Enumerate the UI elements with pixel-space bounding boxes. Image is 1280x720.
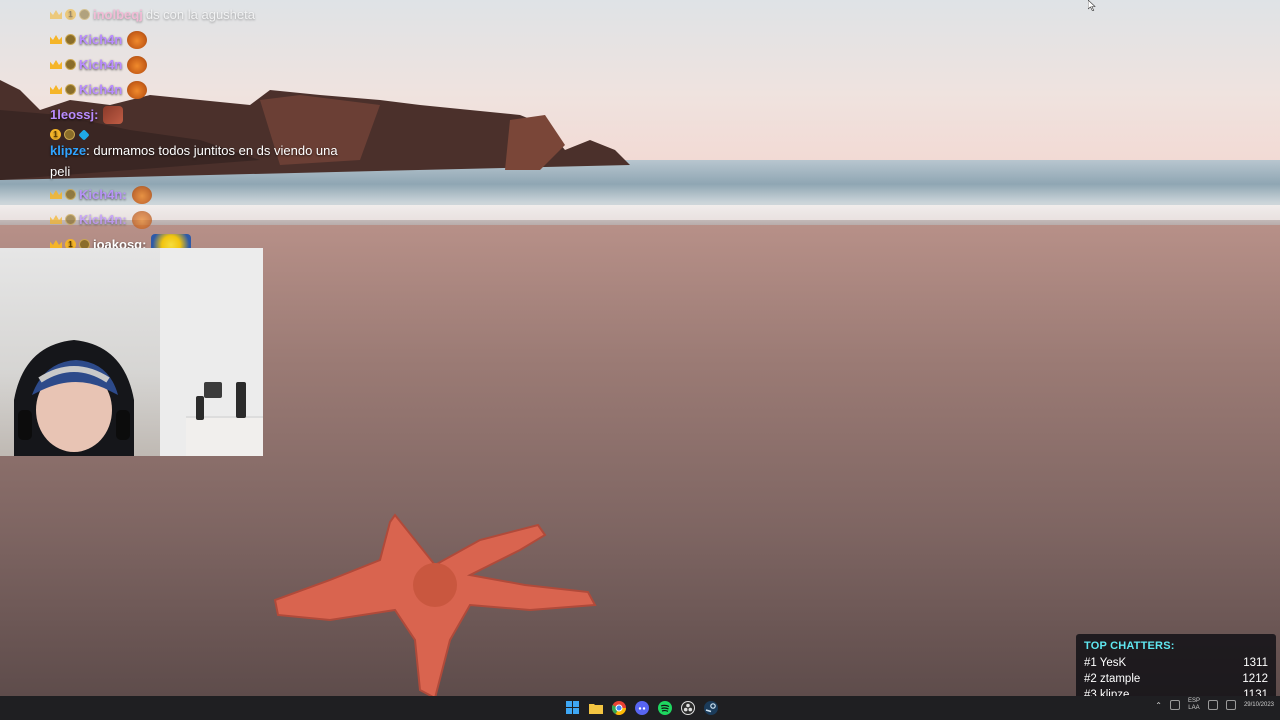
chat-text: : durmamos todos juntitos en ds viendo u… — [50, 143, 338, 179]
coin-badge-icon — [65, 84, 76, 95]
chat-message: 1 inolbeqj ds con la agusheta — [50, 2, 340, 27]
chat-username: Kich4n: — [79, 212, 127, 227]
microphone-icon[interactable] — [1169, 700, 1180, 710]
top-chatter-count: 1311 — [1243, 657, 1268, 669]
coin-badge-icon — [65, 34, 76, 45]
stream-chat-overlay: 1 inolbeqj ds con la agusheta Kich4n Kic… — [50, 2, 340, 257]
webcam-background-shelf — [186, 416, 263, 456]
chat-username: Kich4n — [79, 82, 123, 97]
gem-badge-icon — [78, 128, 90, 141]
chat-username: 1leossj: — [50, 107, 99, 122]
chat-username: Kich4n — [79, 32, 123, 47]
top-chatter-rank: #1 — [1084, 657, 1097, 669]
coin-badge-icon — [65, 189, 76, 200]
mouse-cursor-icon — [1088, 0, 1096, 11]
top-chatter-count: 1212 — [1242, 673, 1268, 685]
crown-badge-icon — [50, 60, 62, 69]
chat-username: Kich4n — [79, 57, 123, 72]
chat-message: 1leossj: — [50, 102, 340, 127]
coin-badge-icon — [65, 214, 76, 225]
fox-emote-icon — [127, 55, 148, 74]
fox-emote-icon — [127, 80, 148, 99]
sub-badge-icon: 1 — [50, 129, 61, 140]
top-chatter-rank: #2 — [1084, 673, 1097, 685]
crown-badge-icon — [50, 10, 62, 19]
file-explorer-icon[interactable] — [587, 699, 604, 716]
fox-emote-icon — [127, 30, 148, 49]
top-chatter-name: ztample — [1100, 673, 1141, 685]
top-chatters-title: TOP CHATTERS: — [1084, 640, 1175, 652]
chat-message: Kich4n — [50, 27, 340, 52]
chat-username: Kich4n: — [79, 187, 127, 202]
coin-badge-icon — [65, 59, 76, 70]
top-chatter-name: YesK — [1099, 657, 1127, 669]
clock[interactable]: 29/10/2023 — [1244, 702, 1274, 709]
coin-badge-icon — [79, 9, 90, 20]
clock-date: 29/10/2023 — [1243, 701, 1274, 708]
crown-badge-icon — [50, 215, 62, 224]
webcam-background-item — [196, 396, 204, 420]
chat-message: Kich4n — [50, 77, 340, 102]
windows-taskbar: ⌃ ESP LAA 29/10/2023 — [0, 696, 1280, 720]
chat-text: ds con la agusheta — [145, 7, 255, 22]
fox-emote-icon — [131, 210, 152, 229]
starfish — [273, 513, 597, 696]
streamer — [14, 340, 134, 456]
crown-badge-icon — [50, 190, 62, 199]
sub-badge-icon: 1 — [65, 9, 76, 20]
chat-username: inolbeqj — [93, 7, 143, 22]
taskbar-pinned-apps — [564, 699, 719, 716]
language-label: ESP — [1187, 698, 1200, 704]
network-icon[interactable] — [1207, 700, 1218, 710]
spotify-icon[interactable] — [656, 699, 673, 716]
chat-message: Kich4n: — [50, 182, 340, 207]
steam-icon[interactable] — [702, 699, 719, 716]
crown-badge-icon — [50, 35, 62, 44]
fox-emote-icon — [131, 185, 152, 204]
keyboard-layout-label: LAA — [1188, 705, 1200, 711]
chat-username: klipze — [50, 143, 87, 158]
webcam-feed — [0, 248, 263, 456]
system-tray: ⌃ ESP LAA 29/10/2023 — [1155, 698, 1274, 712]
top-chatter-row: #1 YesK 1311 — [1084, 655, 1268, 671]
obs-icon[interactable] — [679, 699, 696, 716]
face-emote-icon — [103, 105, 124, 124]
chevron-up-icon[interactable]: ⌃ — [1155, 701, 1162, 710]
chat-message: 1 klipze: durmamos todos juntitos en ds … — [50, 128, 340, 182]
webcam-background-item — [204, 382, 222, 398]
language-indicator[interactable]: ESP LAA — [1188, 698, 1200, 712]
top-chatter-entry: #2 ztample — [1084, 671, 1140, 687]
chat-line: klipze: durmamos todos juntitos en ds vi… — [50, 140, 340, 182]
windows-start-icon[interactable] — [564, 699, 581, 716]
top-chatter-entry: #1 YesK — [1084, 655, 1126, 671]
webcam-background-item — [236, 382, 246, 418]
top-chatter-row: #2 ztample 1212 — [1084, 671, 1268, 687]
chat-message: Kich4n: — [50, 207, 340, 232]
chat-message: Kich4n — [50, 52, 340, 77]
discord-icon[interactable] — [633, 699, 650, 716]
chrome-icon[interactable] — [610, 699, 627, 716]
coin-badge-icon — [64, 129, 75, 140]
volume-icon[interactable] — [1225, 700, 1236, 710]
crown-badge-icon — [50, 85, 62, 94]
